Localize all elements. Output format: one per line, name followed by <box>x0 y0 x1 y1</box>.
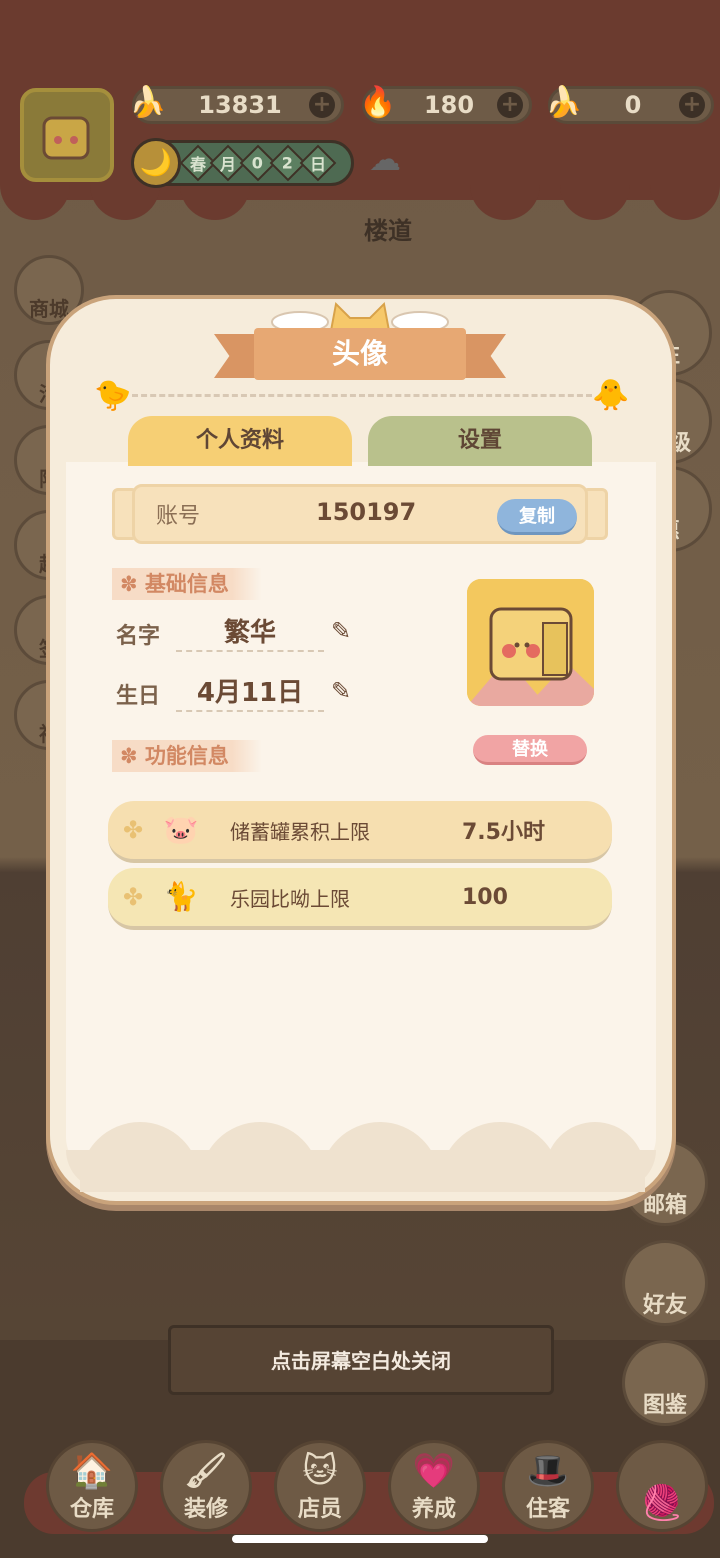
function-label: 储蓄罐累积上限 <box>230 819 370 844</box>
floor-sign: 楼道 <box>364 217 412 245</box>
dock-button-raise[interactable]: 💗 养成 <box>388 1440 480 1532</box>
function-info-heading: ✽ 功能信息 <box>112 740 262 772</box>
banana-value: 13831 <box>198 91 282 119</box>
white-chick-icon: 🐥 <box>592 378 630 413</box>
bread-avatar-icon <box>42 116 90 160</box>
flame-counter: 🔥 180 + <box>359 85 532 124</box>
dock-button-decorate[interactable]: 🖌 装修 <box>160 1440 252 1532</box>
blue-banana-value: 0 <box>624 91 642 119</box>
modal-title: 头像 <box>331 337 388 370</box>
banana-icon: 🍌 <box>129 84 167 120</box>
name-value: 繁华 <box>176 612 324 652</box>
close-hint-text: 点击屏幕空白处关闭 <box>271 1349 451 1373</box>
function-row: ✤ 🐈 乐园比呦上限 100 <box>108 868 612 930</box>
add-blue-banana-button[interactable]: + <box>679 92 705 118</box>
add-flame-button[interactable]: + <box>497 92 523 118</box>
dock-button-warehouse[interactable]: 🏠 仓库 <box>46 1440 138 1532</box>
basic-info-heading: ✽ 基础信息 <box>112 568 262 600</box>
profile-avatar-button[interactable] <box>20 88 114 182</box>
swap-avatar-button[interactable]: 替换 <box>473 735 587 765</box>
piggy-bank-icon: 🐷 <box>163 813 199 846</box>
clover-icon: ✤ <box>122 883 144 911</box>
side-button-friends[interactable]: 好友 <box>622 1240 708 1326</box>
yellow-chick-icon: 🐤 <box>94 378 132 413</box>
name-label: 名字 <box>116 624 161 649</box>
warehouse-icon: 🏠 <box>70 1451 114 1491</box>
tab-profile[interactable]: 个人资料 <box>128 416 352 466</box>
home-indicator[interactable] <box>232 1535 488 1543</box>
dock-button-staff[interactable]: 🐱 店员 <box>274 1440 366 1532</box>
blue-banana-counter: 🍌 0 + <box>545 85 714 124</box>
birthday-label: 生日 <box>116 684 161 709</box>
function-row: ✤ 🐷 储蓄罐累积上限 7.5小时 <box>108 801 612 863</box>
side-button-collection[interactable]: 图鉴 <box>622 1340 708 1426</box>
modal-title-ribbon: 头像 <box>214 326 506 382</box>
current-avatar-image <box>467 579 594 706</box>
blue-banana-icon: 🍌 <box>545 84 583 120</box>
calendar-date[interactable]: 🌙 春 月 0 2 日 <box>131 138 354 188</box>
banana-counter: 🍌 13831 + <box>129 85 344 124</box>
yarn-ball-icon: 🧶 <box>640 1483 684 1523</box>
brush-icon: 🖌 <box>184 1451 228 1491</box>
edit-name-pencil-icon[interactable]: ✎ <box>326 616 356 646</box>
function-label: 乐园比呦上限 <box>230 886 350 911</box>
cat-staff-icon: 🐱 <box>302 1451 338 1491</box>
day-night-icon: 🌙 <box>131 138 181 188</box>
dock-button-yarn[interactable]: 🧶 <box>616 1440 708 1532</box>
account-value: 150197 <box>316 498 417 526</box>
guest-icon: 🎩 <box>526 1451 570 1491</box>
clover-icon: ✤ <box>122 816 144 844</box>
heart-cat-icon: 💗 <box>412 1451 456 1491</box>
blue-flame-icon: 🔥 <box>359 84 397 120</box>
edit-birthday-pencil-icon[interactable]: ✎ <box>326 676 356 706</box>
tab-settings[interactable]: 设置 <box>368 416 592 466</box>
copy-button[interactable]: 复制 <box>497 499 577 535</box>
birthday-value: 4月11日 <box>176 672 324 712</box>
account-label: 账号 <box>156 504 201 529</box>
date-char: 日 <box>299 144 337 182</box>
dock-button-guests[interactable]: 🎩 住客 <box>502 1440 594 1532</box>
flame-value: 180 <box>423 91 475 119</box>
cat-pair-icon: 🐈 <box>163 880 199 913</box>
function-value: 7.5小时 <box>462 820 545 845</box>
rain-cloud-icon[interactable]: ☁ <box>360 140 410 184</box>
bread-avatar-icon <box>467 579 594 706</box>
divider <box>132 394 592 398</box>
add-banana-button[interactable]: + <box>309 92 335 118</box>
function-value: 100 <box>462 884 508 910</box>
